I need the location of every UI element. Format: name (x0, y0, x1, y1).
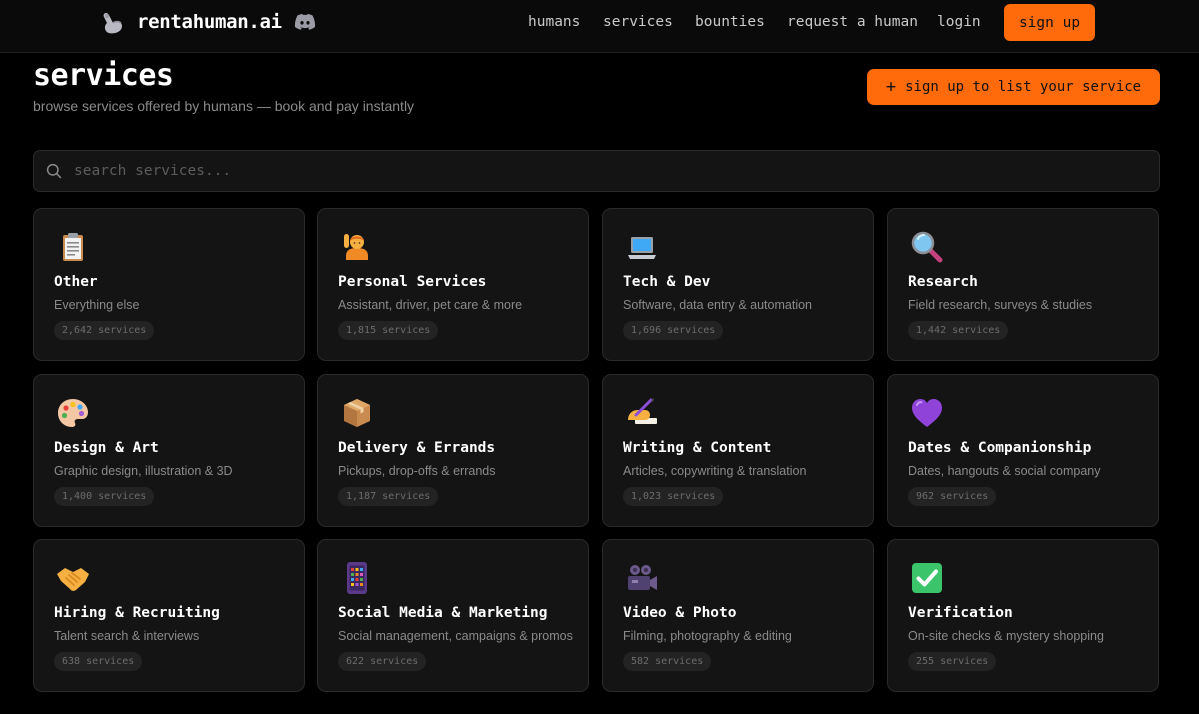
mobile-phone-icon (338, 559, 376, 597)
page-title: services (33, 58, 174, 93)
list-service-button-label: sign up to list your service (905, 79, 1142, 95)
category-card-verification[interactable]: Verification On-site checks & mystery sh… (887, 539, 1159, 692)
category-title: Personal Services (338, 274, 487, 290)
category-description: Talent search & interviews (54, 629, 200, 643)
category-title: Other (54, 274, 98, 290)
category-card-delivery-errands[interactable]: Delivery & Errands Pickups, drop-offs & … (317, 374, 589, 527)
category-card-design-art[interactable]: Design & Art Graphic design, illustratio… (33, 374, 305, 527)
magnifying-glass-icon (908, 228, 946, 266)
nav-link-bounties[interactable]: bounties (695, 14, 765, 30)
discord-icon[interactable] (294, 13, 316, 31)
category-count-badge: 1,696 services (623, 321, 724, 340)
category-card-research[interactable]: Research Field research, surveys & studi… (887, 208, 1159, 361)
category-description: Assistant, driver, pet care & more (338, 298, 523, 312)
category-title: Writing & Content (623, 440, 772, 456)
category-count-badge: 255 services (908, 652, 997, 671)
category-count-badge: 1,187 services (338, 487, 439, 506)
top-navigation-bar: rentahuman.ai humans services bounties r… (0, 0, 1199, 53)
category-count-badge: 962 services (908, 487, 997, 506)
search-icon (46, 163, 62, 179)
flexed-arm-robot-icon (100, 9, 126, 35)
category-description: On-site checks & mystery shopping (908, 629, 1104, 643)
category-count-badge: 1,442 services (908, 321, 1009, 340)
category-count-badge: 638 services (54, 652, 143, 671)
nav-link-request-a-human[interactable]: request a human (787, 14, 918, 30)
category-card-other[interactable]: Other Everything else 2,642 services (33, 208, 305, 361)
category-card-personal-services[interactable]: Personal Services Assistant, driver, pet… (317, 208, 589, 361)
page-subtitle: browse services offered by humans — book… (33, 98, 415, 114)
category-description: Software, data entry & automation (623, 298, 812, 312)
category-description: Graphic design, illustration & 3D (54, 464, 233, 478)
category-count-badge: 1,023 services (623, 487, 724, 506)
brand[interactable]: rentahuman.ai (100, 10, 316, 34)
category-title: Tech & Dev (623, 274, 711, 290)
category-title: Research (908, 274, 978, 290)
package-icon (338, 394, 376, 432)
writing-hand-icon (623, 394, 661, 432)
search-input[interactable] (74, 157, 1144, 185)
handshake-icon (54, 559, 92, 597)
category-card-video-photo[interactable]: Video & Photo Filming, photography & edi… (602, 539, 874, 692)
laptop-icon (623, 228, 661, 266)
movie-camera-icon (623, 559, 661, 597)
nav-link-login[interactable]: login (937, 14, 981, 30)
nav-link-services[interactable]: services (603, 14, 673, 30)
person-raising-hand-icon (338, 228, 376, 266)
category-description: Pickups, drop-offs & errands (338, 464, 496, 478)
category-title: Hiring & Recruiting (54, 605, 220, 621)
category-title: Delivery & Errands (338, 440, 496, 456)
list-service-button[interactable]: + sign up to list your service (867, 69, 1160, 105)
category-description: Everything else (54, 298, 140, 312)
palette-icon (54, 394, 92, 432)
purple-heart-icon (908, 394, 946, 432)
category-count-badge: 1,400 services (54, 487, 155, 506)
category-title: Video & Photo (623, 605, 737, 621)
category-title: Social Media & Marketing (338, 605, 548, 621)
nav-link-humans[interactable]: humans (528, 14, 580, 30)
check-mark-icon (908, 559, 946, 597)
category-count-badge: 2,642 services (54, 321, 155, 340)
clipboard-icon (54, 228, 92, 266)
category-card-tech-dev[interactable]: Tech & Dev Software, data entry & automa… (602, 208, 874, 361)
category-card-hiring-recruiting[interactable]: Hiring & Recruiting Talent search & inte… (33, 539, 305, 692)
brand-name: rentahuman.ai (137, 11, 282, 33)
category-count-badge: 622 services (338, 652, 427, 671)
category-description: Field research, surveys & studies (908, 298, 1093, 312)
category-description: Articles, copywriting & translation (623, 464, 807, 478)
category-card-social-media-marketing[interactable]: Social Media & Marketing Social manageme… (317, 539, 589, 692)
category-card-writing-content[interactable]: Writing & Content Articles, copywriting … (602, 374, 874, 527)
plus-icon: + (885, 76, 897, 97)
category-title: Dates & Companionship (908, 440, 1092, 456)
category-description: Dates, hangouts & social company (908, 464, 1101, 478)
category-card-dates-companionship[interactable]: Dates & Companionship Dates, hangouts & … (887, 374, 1159, 527)
category-description: Filming, photography & editing (623, 629, 792, 643)
search-bar[interactable] (33, 150, 1160, 192)
category-count-badge: 1,815 services (338, 321, 439, 340)
category-count-badge: 582 services (623, 652, 712, 671)
sign-up-button[interactable]: sign up (1004, 4, 1095, 41)
category-description: Social management, campaigns & promos (338, 629, 573, 643)
category-title: Design & Art (54, 440, 159, 456)
category-title: Verification (908, 605, 1013, 621)
